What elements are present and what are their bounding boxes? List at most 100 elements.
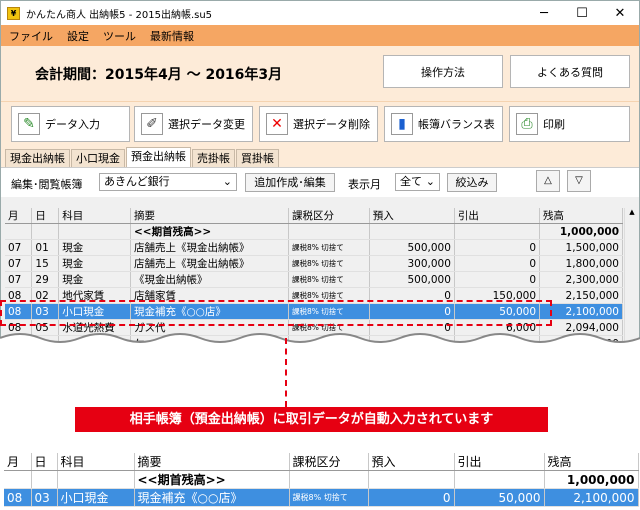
- zoom-opening-label: <<期首残高>>: [134, 470, 290, 489]
- ledger-tabs: 現金出納帳 小口現金 預金出納帳 売掛帳 買掛帳: [1, 147, 639, 167]
- zoom-col-withdraw: 引出: [454, 453, 545, 471]
- cell-balance: 1,800,000: [539, 255, 623, 272]
- month-select[interactable]: 全て ⌄: [395, 173, 440, 191]
- cell-withdraw: 50,000: [454, 488, 545, 507]
- cell-account: 現金: [58, 239, 131, 256]
- menu-settings[interactable]: 設定: [67, 28, 89, 44]
- chevron-down-icon: ⌄: [222, 175, 232, 188]
- cell-month: 07: [5, 239, 33, 256]
- balance-sheet-label: 帳簿バランス表: [418, 118, 495, 131]
- delete-selected-label: 選択データ削除: [293, 118, 370, 131]
- tab-receivables[interactable]: 売掛帳: [192, 149, 235, 167]
- cell-month: 08: [4, 488, 32, 507]
- zoom-col-day: 日: [31, 453, 58, 471]
- col-deposit[interactable]: 預入: [369, 208, 455, 224]
- col-day[interactable]: 日: [31, 208, 60, 224]
- ledger-label: 編集･閲覧帳簿: [11, 178, 83, 191]
- balance-sheet-button[interactable]: ▮ 帳簿バランス表: [384, 106, 503, 142]
- col-month[interactable]: 月: [5, 208, 33, 224]
- pencil-icon: ✎: [18, 113, 40, 135]
- cell-month: 07: [5, 271, 33, 288]
- zoom-col-tax: 課税区分: [289, 453, 369, 471]
- highlight-dashed-box: [0, 300, 552, 326]
- opening-row[interactable]: <<期首残高>> 1,000,000: [5, 223, 623, 240]
- eraser-icon: ✐: [141, 113, 163, 135]
- cell-day: 15: [31, 255, 60, 272]
- cell-deposit: 500,000: [369, 271, 455, 288]
- cell-tax: 課税8% 切捨て: [289, 488, 369, 507]
- zoom-opening-row: <<期首残高>> 1,000,000: [4, 470, 639, 489]
- print-button[interactable]: ⎙ 印刷: [509, 106, 630, 142]
- bar-chart-icon: ▮: [391, 113, 413, 135]
- cell-day: 03: [31, 488, 58, 507]
- zoom-col-account: 科目: [57, 453, 135, 471]
- cell-deposit: 0: [368, 488, 455, 507]
- move-up-button[interactable]: △: [536, 170, 560, 192]
- cell-day: 29: [31, 271, 60, 288]
- cell-account: 現金: [58, 271, 131, 288]
- data-input-label: データ入力: [45, 118, 100, 131]
- col-balance[interactable]: 残高: [539, 208, 623, 224]
- minimize-button[interactable]: ─: [525, 6, 563, 21]
- ledger-select[interactable]: あきんど銀行 ⌄: [99, 173, 237, 191]
- callout-line: [285, 338, 287, 407]
- maximize-button[interactable]: ☐: [563, 6, 601, 21]
- cell-month: 07: [5, 255, 33, 272]
- cell-account: 現金: [58, 255, 131, 272]
- table-row[interactable]: 07 15 現金 店舗売上《現金出納帳》 課税8% 切捨て 300,000 0 1,800,0…: [5, 255, 623, 272]
- annotation-banner: 相手帳簿（預金出納帳）に取引データが自動入力されています: [75, 407, 548, 432]
- header-panel: 会計期間：2015年4月 〜 2016年3月 操作方法 よくある質問: [1, 46, 639, 101]
- printer-icon: ⎙: [516, 113, 538, 135]
- delete-selected-button[interactable]: ✕ 選択データ削除: [259, 106, 378, 142]
- tab-cash[interactable]: 現金出納帳: [5, 149, 70, 167]
- faq-button[interactable]: よくある質問: [510, 55, 630, 88]
- change-selected-button[interactable]: ✐ 選択データ変更: [134, 106, 253, 142]
- cell-withdraw: 0: [454, 255, 541, 272]
- app-icon: ¥: [7, 6, 20, 20]
- filter-bar: 編集･閲覧帳簿 あきんど銀行 ⌄ 追加作成･編集 表示月 全て ⌄ 絞込み △ ▽: [1, 167, 639, 197]
- cell-withdraw: 0: [454, 239, 541, 256]
- delete-x-icon: ✕: [266, 113, 288, 135]
- opening-label: <<期首残高>>: [130, 223, 290, 240]
- cell-balance: 2,300,000: [539, 271, 623, 288]
- table-header-row: 月 日 科目 摘要 課税区分 預入 引出 残高: [5, 208, 623, 224]
- col-tax[interactable]: 課税区分: [288, 208, 370, 224]
- tab-petty-cash[interactable]: 小口現金: [71, 149, 125, 167]
- zoom-col-deposit: 預入: [368, 453, 455, 471]
- cell-account: 小口現金: [57, 488, 135, 507]
- col-memo[interactable]: 摘要: [130, 208, 290, 224]
- col-account[interactable]: 科目: [58, 208, 131, 224]
- help-button[interactable]: 操作方法: [383, 55, 503, 88]
- title-bar: ¥ かんたん商人 出納帳5 - 2015出納帳.su5 ─ ☐ ✕: [1, 1, 639, 25]
- move-down-button[interactable]: ▽: [567, 170, 591, 192]
- zoom-header-row: 月 日 科目 摘要 課税区分 預入 引出 残高: [4, 453, 639, 471]
- month-label: 表示月: [348, 178, 381, 191]
- table-row[interactable]: 07 01 現金 店舗売上《現金出納帳》 課税8% 切捨て 500,000 0 1,500,0…: [5, 239, 623, 256]
- cell-deposit: 500,000: [369, 239, 455, 256]
- cell-balance: 1,500,000: [539, 239, 623, 256]
- narrow-button[interactable]: 絞込み: [447, 173, 497, 192]
- cell-day: 01: [31, 239, 60, 256]
- zoom-selected-row: 08 03 小口現金 現金補充《○○店》 課税8% 切捨て 0 50,000 2…: [4, 488, 639, 507]
- tab-payables[interactable]: 買掛帳: [236, 149, 279, 167]
- zoom-col-balance: 残高: [544, 453, 639, 471]
- change-selected-label: 選択データ変更: [168, 118, 245, 131]
- cell-memo: 店舗売上《現金出納帳》: [130, 239, 290, 256]
- col-withdraw[interactable]: 引出: [454, 208, 541, 224]
- close-button[interactable]: ✕: [601, 6, 639, 21]
- table-row[interactable]: 07 29 現金 《現金出納帳》 課税8% 切捨て 500,000 0 2,300,000: [5, 271, 623, 288]
- accounting-period: 会計期間：2015年4月 〜 2016年3月: [35, 67, 283, 83]
- cell-tax: 課税8% 切捨て: [288, 255, 370, 272]
- month-value: 全て: [400, 175, 422, 188]
- zoom-col-month: 月: [4, 453, 32, 471]
- add-edit-button[interactable]: 追加作成･編集: [245, 173, 335, 192]
- menu-file[interactable]: ファイル: [9, 28, 53, 44]
- toolbar: ✎ データ入力 ✐ 選択データ変更 ✕ 選択データ削除 ▮ 帳簿バランス表 ⎙ 印刷: [1, 101, 639, 147]
- menu-news[interactable]: 最新情報: [150, 28, 194, 44]
- menu-tools[interactable]: ツール: [103, 28, 136, 44]
- data-input-button[interactable]: ✎ データ入力: [11, 106, 130, 142]
- tab-deposit[interactable]: 預金出納帳: [126, 147, 191, 167]
- zoomed-table: 月 日 科目 摘要 課税区分 預入 引出 残高 <<期首残高>> 1,000,0…: [4, 453, 639, 507]
- zoom-col-memo: 摘要: [134, 453, 290, 471]
- chevron-down-icon: ⌄: [425, 175, 435, 188]
